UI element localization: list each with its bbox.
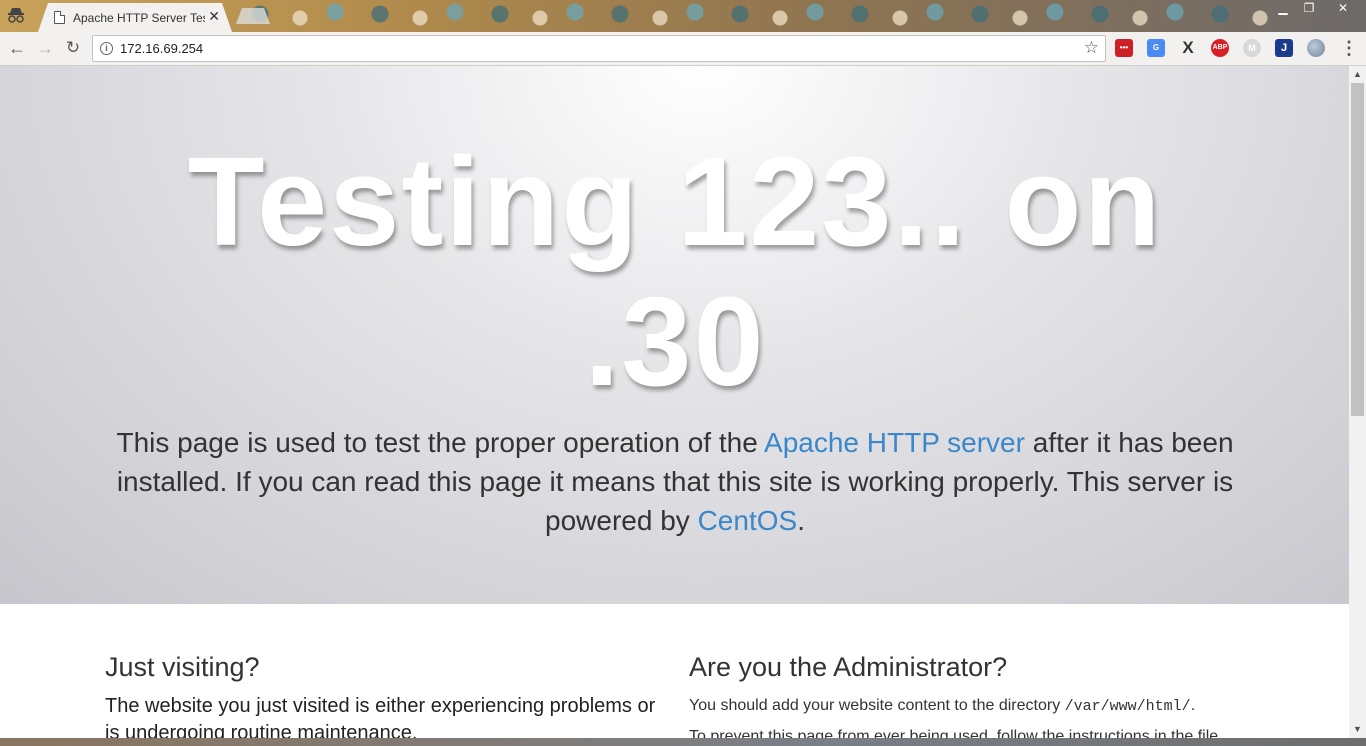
just-visiting-heading: Just visiting? [105,652,260,682]
admin-text-suffix: . [1190,697,1196,714]
hero-banner: Testing 123.. on .30 This page is used t… [0,66,1349,604]
hero-title: Testing 123.. on .30 [187,131,1163,412]
lead-text-3: . [797,505,805,536]
tab-active[interactable]: Apache HTTP Server Test Page powered by … [38,3,232,32]
forward-button[interactable]: → [33,37,57,61]
tab-title: Apache HTTP Server Test Page powered by … [73,10,205,25]
bookmark-star-icon[interactable]: ☆ [1084,38,1099,58]
centos-link[interactable]: CentOS [698,505,798,536]
lead-text-1: This page is used to test the proper ope… [116,427,765,458]
new-tab-button[interactable] [236,8,270,24]
globe-extension-icon[interactable] [1307,39,1325,57]
maximize-button[interactable]: ❐ [1296,0,1322,18]
administrator-heading: Are you the Administrator? [689,652,1008,682]
site-info-icon[interactable]: i [100,42,113,55]
adblock-plus-extension-icon[interactable]: ABP [1211,39,1229,57]
os-taskbar [0,738,1366,746]
window-titlebar: Apache HTTP Server Test Page powered by … [0,0,1366,32]
browser-menu-icon[interactable]: ⋮ [1340,39,1358,59]
scroll-up-arrow-icon[interactable]: ▲ [1349,66,1366,83]
close-window-button[interactable]: ✕ [1328,0,1358,18]
administrator-text: You should add your website content to t… [689,695,1249,718]
address-bar[interactable]: i 172.16.69.254 ☆ [92,35,1106,62]
page-viewport: Testing 123.. on .30 This page is used t… [0,66,1349,738]
admin-text-prefix: You should add your website content to t… [689,697,1065,714]
lastpass-extension-icon[interactable]: ••• [1115,39,1133,57]
web-directory-path: /var/www/html/ [1064,698,1191,715]
x-extension-icon[interactable]: X [1179,39,1197,57]
url-text[interactable]: 172.16.69.254 [120,41,203,56]
scrollbar-thumb[interactable] [1351,83,1364,416]
apache-http-server-link[interactable]: Apache HTTP server [764,427,1025,458]
scroll-down-arrow-icon[interactable]: ▼ [1349,721,1366,738]
hero-description: This page is used to test the proper ope… [100,423,1250,540]
just-visiting-column: Just visiting? The website you just visi… [105,652,665,746]
administrator-column: Are you the Administrator? You should ad… [689,652,1249,746]
reload-button[interactable]: ↻ [61,37,85,61]
page-icon [54,11,65,24]
browser-theme-image [240,0,1280,32]
google-translate-extension-icon[interactable]: G [1147,39,1165,57]
tab-close-icon[interactable]: ✕ [208,9,220,23]
browser-toolbar: ← → ↻ i 172.16.69.254 ☆ ••• G X ABP M J … [0,32,1366,66]
incognito-icon [8,8,24,23]
m-extension-icon[interactable]: M [1243,39,1261,57]
j-extension-icon[interactable]: J [1275,39,1293,57]
vertical-scrollbar[interactable]: ▲ ▼ [1349,66,1366,738]
back-button[interactable]: ← [5,37,29,61]
minimize-button[interactable]: ▁ [1270,0,1296,18]
